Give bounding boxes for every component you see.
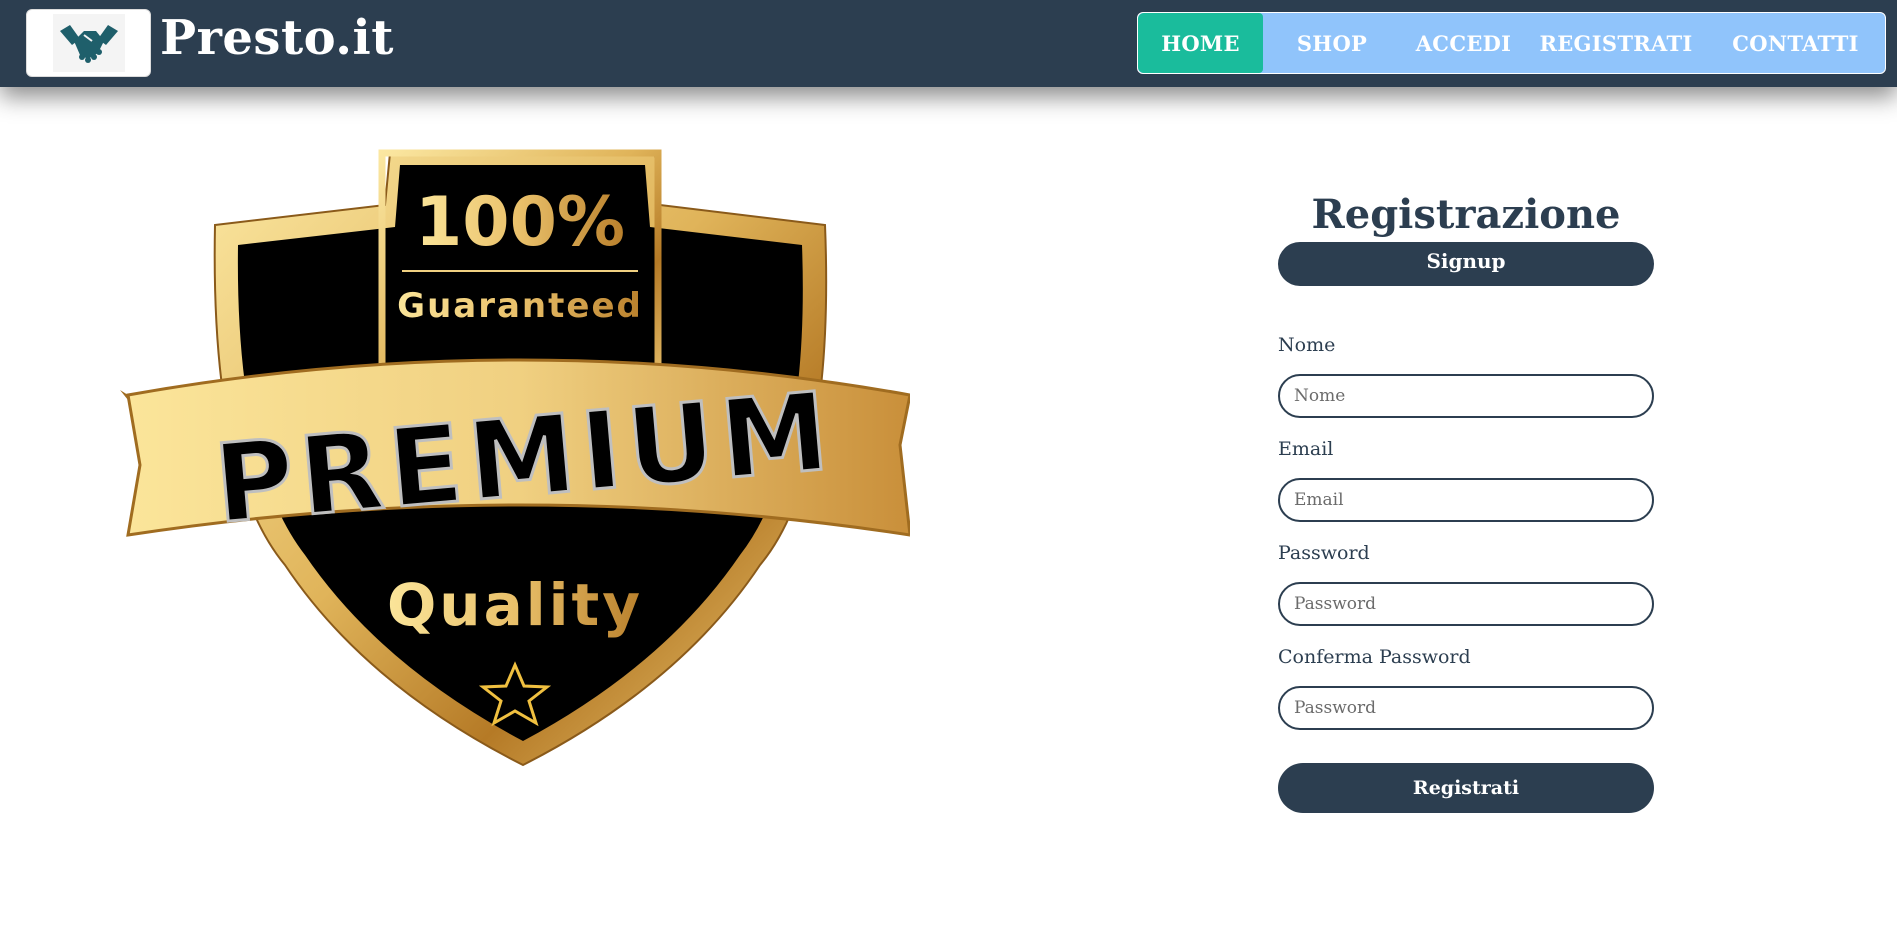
svg-text:Guaranteed: Guaranteed [397,286,643,326]
logo[interactable] [26,9,151,77]
svg-text:100%: 100% [415,183,625,262]
signup-header: Signup [1278,242,1654,286]
nav-item-home[interactable]: HOME [1138,13,1263,73]
nome-label: Nome [1278,334,1336,356]
svg-text:Quality: Quality [387,571,643,639]
premium-quality-badge: 100% Guaranteed PREMIUM Quality [120,145,912,770]
password-input[interactable] [1278,582,1654,626]
nav-item-contatti[interactable]: CONTATTI [1706,13,1885,73]
registrati-submit-button[interactable]: Registrati [1278,763,1654,813]
nav-item-shop[interactable]: SHOP [1263,13,1401,73]
email-input[interactable] [1278,478,1654,522]
confirm-password-input[interactable] [1278,686,1654,730]
registration-form: Registrazione Signup Nome Email Password… [1278,190,1654,813]
confirm-password-label: Conferma Password [1278,646,1471,668]
page-title: Registrazione [1311,191,1621,238]
email-label: Email [1278,438,1334,460]
password-label: Password [1278,542,1370,564]
brand-name[interactable]: Presto.it [160,8,394,68]
handshake-icon [59,25,118,63]
logo-image [52,14,125,72]
navbar: Presto.it HOME SHOP ACCEDI REGISTRATI CO… [0,0,1897,87]
nav-item-accedi[interactable]: ACCEDI [1401,13,1526,73]
nav-menu: HOME SHOP ACCEDI REGISTRATI CONTATTI [1137,12,1886,74]
nome-input[interactable] [1278,374,1654,418]
nav-item-registrati[interactable]: REGISTRATI [1526,13,1706,73]
